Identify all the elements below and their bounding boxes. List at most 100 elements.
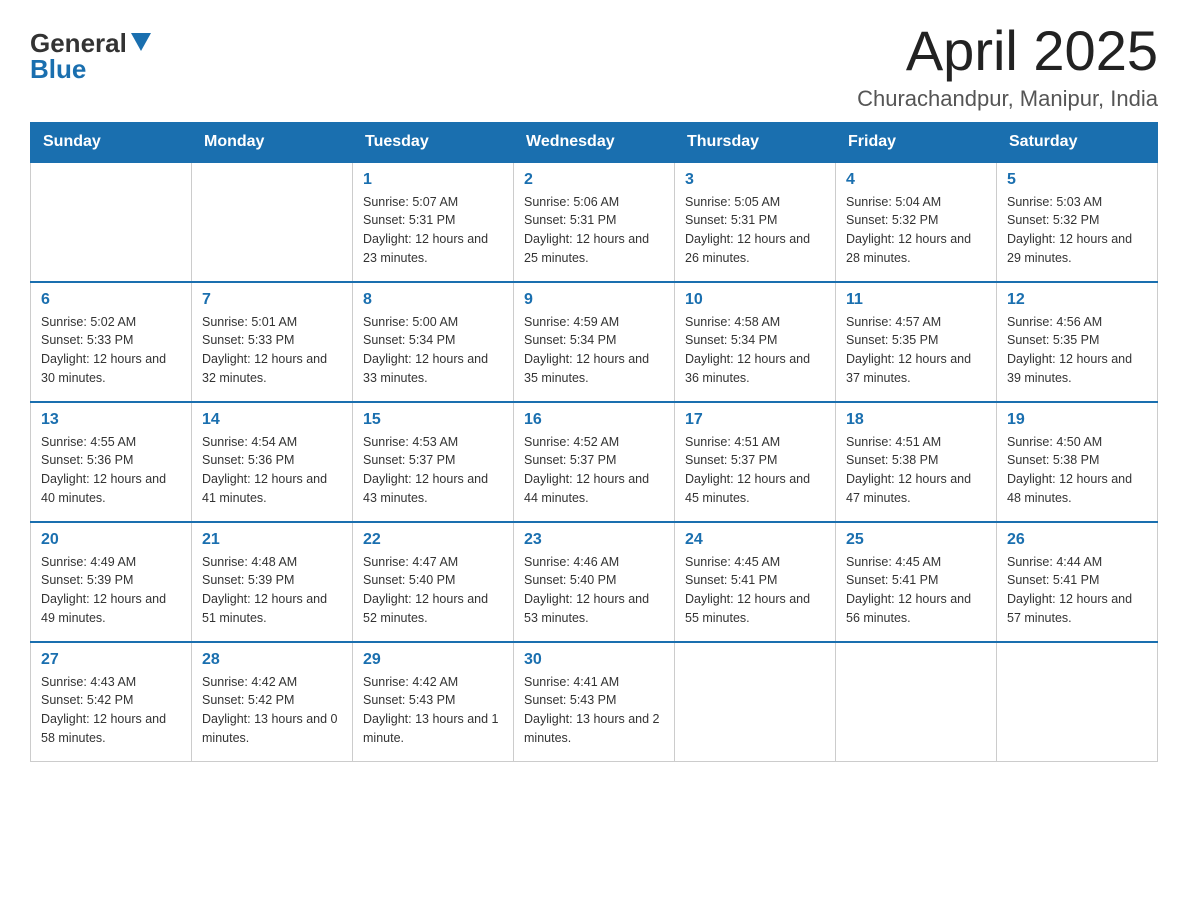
logo: General Blue	[30, 30, 151, 82]
day-info: Sunrise: 5:05 AMSunset: 5:31 PMDaylight:…	[685, 193, 825, 268]
calendar-cell: 16 Sunrise: 4:52 AMSunset: 5:37 PMDayligh…	[514, 402, 675, 522]
day-info: Sunrise: 4:50 AMSunset: 5:38 PMDaylight:…	[1007, 433, 1147, 508]
calendar-cell	[675, 642, 836, 762]
calendar-table: SundayMondayTuesdayWednesdayThursdayFrid…	[30, 122, 1158, 763]
calendar-cell: 14 Sunrise: 4:54 AMSunset: 5:36 PMDayligh…	[192, 402, 353, 522]
day-number: 16	[524, 411, 664, 429]
calendar-cell: 20 Sunrise: 4:49 AMSunset: 5:39 PMDayligh…	[31, 522, 192, 642]
day-info: Sunrise: 4:51 AMSunset: 5:38 PMDaylight:…	[846, 433, 986, 508]
calendar-cell: 29 Sunrise: 4:42 AMSunset: 5:43 PMDayligh…	[353, 642, 514, 762]
day-info: Sunrise: 4:45 AMSunset: 5:41 PMDaylight:…	[846, 553, 986, 628]
day-number: 2	[524, 171, 664, 189]
calendar-cell: 25 Sunrise: 4:45 AMSunset: 5:41 PMDayligh…	[836, 522, 997, 642]
calendar-cell: 26 Sunrise: 4:44 AMSunset: 5:41 PMDayligh…	[997, 522, 1158, 642]
day-number: 19	[1007, 411, 1147, 429]
day-number: 21	[202, 531, 342, 549]
day-number: 22	[363, 531, 503, 549]
day-info: Sunrise: 4:58 AMSunset: 5:34 PMDaylight:…	[685, 313, 825, 388]
day-number: 10	[685, 291, 825, 309]
day-info: Sunrise: 4:52 AMSunset: 5:37 PMDaylight:…	[524, 433, 664, 508]
calendar-header-sunday: Sunday	[31, 122, 192, 162]
day-info: Sunrise: 4:49 AMSunset: 5:39 PMDaylight:…	[41, 553, 181, 628]
day-info: Sunrise: 5:01 AMSunset: 5:33 PMDaylight:…	[202, 313, 342, 388]
calendar-week-row-1: 1 Sunrise: 5:07 AMSunset: 5:31 PMDaylight…	[31, 162, 1158, 282]
day-info: Sunrise: 4:45 AMSunset: 5:41 PMDaylight:…	[685, 553, 825, 628]
day-number: 29	[363, 651, 503, 669]
day-number: 17	[685, 411, 825, 429]
calendar-header-saturday: Saturday	[997, 122, 1158, 162]
calendar-cell: 3Sunrise: 5:05 AMSunset: 5:31 PMDaylight…	[675, 162, 836, 282]
logo-general-text: General	[30, 30, 127, 56]
calendar-cell	[836, 642, 997, 762]
day-info: Sunrise: 4:42 AMSunset: 5:43 PMDaylight:…	[363, 673, 503, 748]
day-info: Sunrise: 5:06 AMSunset: 5:31 PMDaylight:…	[524, 193, 664, 268]
day-info: Sunrise: 4:46 AMSunset: 5:40 PMDaylight:…	[524, 553, 664, 628]
day-info: Sunrise: 4:43 AMSunset: 5:42 PMDaylight:…	[41, 673, 181, 748]
day-info: Sunrise: 4:51 AMSunset: 5:37 PMDaylight:…	[685, 433, 825, 508]
day-number: 6	[41, 291, 181, 309]
day-number: 1	[363, 171, 503, 189]
day-info: Sunrise: 4:47 AMSunset: 5:40 PMDaylight:…	[363, 553, 503, 628]
day-number: 15	[363, 411, 503, 429]
calendar-header-row: SundayMondayTuesdayWednesdayThursdayFrid…	[31, 122, 1158, 162]
day-number: 20	[41, 531, 181, 549]
calendar-cell: 21 Sunrise: 4:48 AMSunset: 5:39 PMDayligh…	[192, 522, 353, 642]
calendar-cell: 2 Sunrise: 5:06 AMSunset: 5:31 PMDaylight…	[514, 162, 675, 282]
day-info: Sunrise: 4:54 AMSunset: 5:36 PMDaylight:…	[202, 433, 342, 508]
day-info: Sunrise: 5:03 AMSunset: 5:32 PMDaylight:…	[1007, 193, 1147, 268]
day-number: 13	[41, 411, 181, 429]
calendar-cell: 12Sunrise: 4:56 AMSunset: 5:35 PMDayligh…	[997, 282, 1158, 402]
day-number: 25	[846, 531, 986, 549]
logo-blue-text: Blue	[30, 56, 86, 82]
calendar-cell	[31, 162, 192, 282]
calendar-week-row-5: 27Sunrise: 4:43 AMSunset: 5:42 PMDayligh…	[31, 642, 1158, 762]
subtitle: Churachandpur, Manipur, India	[857, 86, 1158, 112]
calendar-cell: 8Sunrise: 5:00 AMSunset: 5:34 PMDaylight…	[353, 282, 514, 402]
day-info: Sunrise: 4:42 AMSunset: 5:42 PMDaylight:…	[202, 673, 342, 748]
calendar-cell: 13 Sunrise: 4:55 AMSunset: 5:36 PMDayligh…	[31, 402, 192, 522]
calendar-cell: 23 Sunrise: 4:46 AMSunset: 5:40 PMDayligh…	[514, 522, 675, 642]
calendar-header-wednesday: Wednesday	[514, 122, 675, 162]
calendar-cell: 11 Sunrise: 4:57 AMSunset: 5:35 PMDayligh…	[836, 282, 997, 402]
day-info: Sunrise: 4:48 AMSunset: 5:39 PMDaylight:…	[202, 553, 342, 628]
calendar-cell: 4Sunrise: 5:04 AMSunset: 5:32 PMDaylight…	[836, 162, 997, 282]
day-number: 24	[685, 531, 825, 549]
day-info: Sunrise: 5:07 AMSunset: 5:31 PMDaylight:…	[363, 193, 503, 268]
day-number: 26	[1007, 531, 1147, 549]
calendar-header-friday: Friday	[836, 122, 997, 162]
day-info: Sunrise: 4:55 AMSunset: 5:36 PMDaylight:…	[41, 433, 181, 508]
calendar-cell: 6Sunrise: 5:02 AMSunset: 5:33 PMDaylight…	[31, 282, 192, 402]
page-header: General Blue April 2025 Churachandpur, M…	[30, 20, 1158, 112]
logo-triangle-icon	[131, 33, 151, 51]
calendar-cell	[192, 162, 353, 282]
calendar-cell: 28Sunrise: 4:42 AMSunset: 5:42 PMDayligh…	[192, 642, 353, 762]
calendar-cell: 9Sunrise: 4:59 AMSunset: 5:34 PMDaylight…	[514, 282, 675, 402]
day-number: 7	[202, 291, 342, 309]
calendar-cell: 7 Sunrise: 5:01 AMSunset: 5:33 PMDaylight…	[192, 282, 353, 402]
calendar-header-monday: Monday	[192, 122, 353, 162]
day-number: 5	[1007, 171, 1147, 189]
day-number: 18	[846, 411, 986, 429]
day-number: 30	[524, 651, 664, 669]
calendar-cell: 10 Sunrise: 4:58 AMSunset: 5:34 PMDayligh…	[675, 282, 836, 402]
calendar-cell: 5 Sunrise: 5:03 AMSunset: 5:32 PMDaylight…	[997, 162, 1158, 282]
day-number: 14	[202, 411, 342, 429]
day-number: 23	[524, 531, 664, 549]
day-info: Sunrise: 4:41 AMSunset: 5:43 PMDaylight:…	[524, 673, 664, 748]
day-number: 11	[846, 291, 986, 309]
calendar-week-row-3: 13 Sunrise: 4:55 AMSunset: 5:36 PMDayligh…	[31, 402, 1158, 522]
calendar-cell: 27Sunrise: 4:43 AMSunset: 5:42 PMDayligh…	[31, 642, 192, 762]
calendar-cell: 22 Sunrise: 4:47 AMSunset: 5:40 PMDayligh…	[353, 522, 514, 642]
calendar-cell: 1 Sunrise: 5:07 AMSunset: 5:31 PMDaylight…	[353, 162, 514, 282]
day-info: Sunrise: 4:57 AMSunset: 5:35 PMDaylight:…	[846, 313, 986, 388]
day-info: Sunrise: 4:44 AMSunset: 5:41 PMDaylight:…	[1007, 553, 1147, 628]
calendar-cell: 17 Sunrise: 4:51 AMSunset: 5:37 PMDayligh…	[675, 402, 836, 522]
calendar-cell: 15Sunrise: 4:53 AMSunset: 5:37 PMDayligh…	[353, 402, 514, 522]
title-section: April 2025 Churachandpur, Manipur, India	[857, 20, 1158, 112]
calendar-week-row-2: 6Sunrise: 5:02 AMSunset: 5:33 PMDaylight…	[31, 282, 1158, 402]
day-info: Sunrise: 4:56 AMSunset: 5:35 PMDaylight:…	[1007, 313, 1147, 388]
day-number: 4	[846, 171, 986, 189]
day-info: Sunrise: 4:59 AMSunset: 5:34 PMDaylight:…	[524, 313, 664, 388]
calendar-cell: 19 Sunrise: 4:50 AMSunset: 5:38 PMDayligh…	[997, 402, 1158, 522]
calendar-cell: 18 Sunrise: 4:51 AMSunset: 5:38 PMDayligh…	[836, 402, 997, 522]
